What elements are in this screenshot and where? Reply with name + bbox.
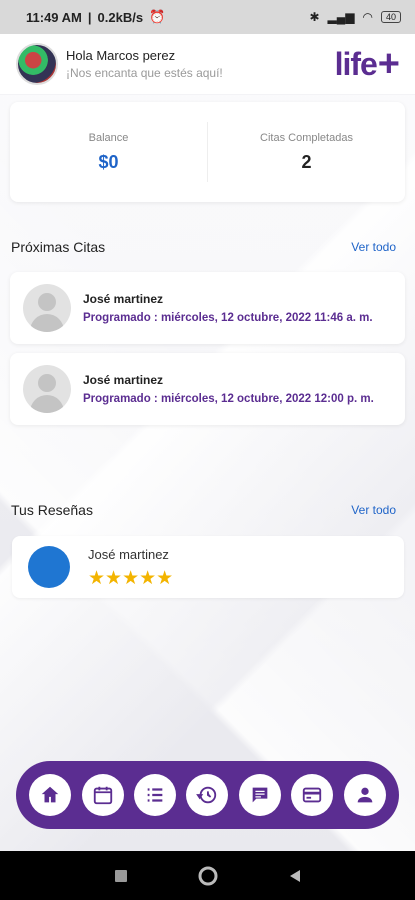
nav-history-button[interactable] xyxy=(186,774,229,816)
logo-plus: + xyxy=(377,42,400,85)
appointment-card[interactable]: José martinez Programado : miércoles, 12… xyxy=(10,272,405,344)
upcoming-header: Próximas Citas Ver todo xyxy=(11,239,396,255)
bluetooth-icon: ✱ xyxy=(309,10,320,24)
completed-label: Citas Completadas xyxy=(260,131,353,144)
nav-list-button[interactable] xyxy=(134,774,177,816)
balance-label: Balance xyxy=(88,131,129,144)
person-avatar-icon xyxy=(23,365,71,413)
upcoming-title: Próximas Citas xyxy=(11,239,106,255)
card-icon xyxy=(303,787,322,803)
back-icon[interactable] xyxy=(288,869,302,883)
status-time: 11:49 AM xyxy=(26,9,82,25)
balance-stat: Balance $0 xyxy=(10,132,207,173)
reviews-see-all-link[interactable]: Ver todo xyxy=(351,503,396,517)
background-decoration xyxy=(0,95,415,855)
balance-value: $0 xyxy=(98,151,119,172)
nav-chat-button[interactable] xyxy=(238,774,281,816)
calendar-icon xyxy=(93,786,112,805)
status-separator: | xyxy=(87,9,92,25)
appointment-name: José martinez xyxy=(83,292,164,306)
stats-card: Balance $0 Citas Completadas 2 xyxy=(10,102,405,202)
status-bar: 11:49 AM | 0.2kB/s ⏰ ✱ ▂▄▆ ◠ 40 xyxy=(0,0,415,34)
reviews-title: Tus Reseñas xyxy=(11,502,93,518)
upcoming-see-all-link[interactable]: Ver todo xyxy=(351,240,396,254)
system-navigation-bar xyxy=(0,851,415,900)
greeting-subtitle: ¡Nos encanta que estés aquí! xyxy=(66,66,223,80)
appointment-card[interactable]: José martinez Programado : miércoles, 12… xyxy=(10,353,405,425)
review-card[interactable]: José martinez ★★★★★ xyxy=(12,536,404,598)
user-icon xyxy=(357,787,373,803)
home-circle-icon[interactable] xyxy=(198,866,218,886)
nav-home-button[interactable] xyxy=(29,774,72,816)
recents-icon[interactable] xyxy=(114,869,128,883)
avatar[interactable] xyxy=(16,43,58,85)
appointment-schedule: Programado : miércoles, 12 octubre, 2022… xyxy=(83,393,374,405)
appointment-schedule: Programado : miércoles, 12 octubre, 2022… xyxy=(83,312,373,324)
app-header: Hola Marcos perez ¡Nos encanta que estés… xyxy=(0,34,415,94)
app-logo: life + xyxy=(334,42,400,86)
reviewer-name: José martinez xyxy=(88,546,169,562)
completed-stat: Citas Completadas 2 xyxy=(208,132,405,173)
star-rating: ★★★★★ xyxy=(88,567,174,589)
status-speed: 0.2kB/s xyxy=(97,9,144,25)
nav-card-button[interactable] xyxy=(291,774,334,816)
bottom-navigation xyxy=(16,761,399,829)
alarm-icon: ⏰ xyxy=(149,9,166,24)
nav-profile-button[interactable] xyxy=(343,774,386,816)
greeting-text: Hola Marcos perez xyxy=(66,48,176,63)
star-icons: ★★★★★ xyxy=(88,567,174,589)
appointment-name: José martinez xyxy=(83,373,164,387)
history-icon xyxy=(196,786,217,804)
nav-calendar-button[interactable] xyxy=(81,774,124,816)
reviewer-avatar xyxy=(28,546,70,588)
completed-value: 2 xyxy=(301,151,312,172)
signal-icon: ▂▄▆ xyxy=(327,10,355,24)
home-icon xyxy=(41,786,59,803)
person-avatar-icon xyxy=(23,284,71,332)
wifi-icon: ◠ xyxy=(362,10,373,24)
list-icon xyxy=(147,788,163,802)
logo-text: life xyxy=(334,45,378,82)
reviews-header: Tus Reseñas Ver todo xyxy=(11,502,396,518)
chat-icon xyxy=(252,787,268,803)
battery-icon: 40 xyxy=(380,11,401,23)
